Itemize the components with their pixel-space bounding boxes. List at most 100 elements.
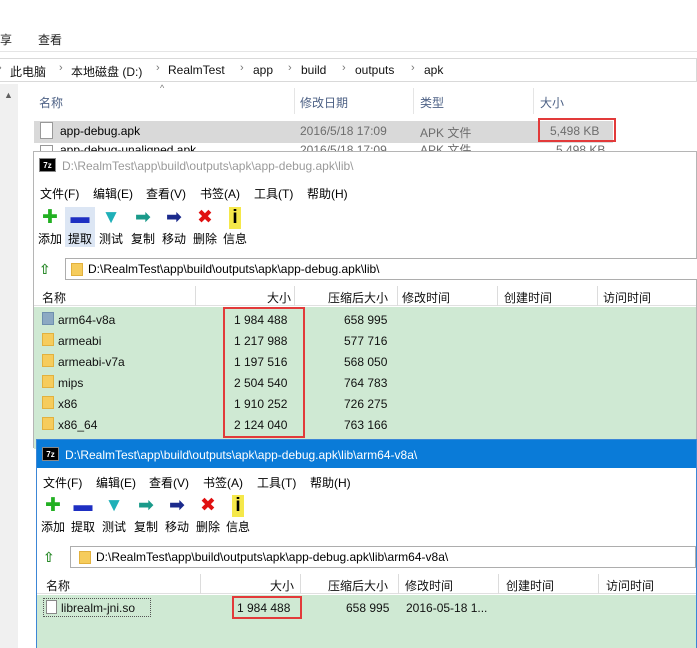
test-button[interactable]: ▼ 测试 bbox=[96, 207, 126, 247]
window-title: D:\RealmTest\app\build\outputs\apk\app-d… bbox=[65, 448, 418, 462]
move-button[interactable]: ➡ 移动 bbox=[162, 495, 192, 535]
extract-button[interactable]: ▬ 提取 bbox=[68, 495, 98, 535]
chevron-right-icon: › bbox=[156, 62, 160, 74]
ribbon-tab-share[interactable]: 享 bbox=[0, 31, 12, 48]
list-item[interactable]: x86 1 910 252 726 275 bbox=[34, 393, 696, 414]
explorer-scrollbar[interactable]: ▲ bbox=[0, 84, 18, 648]
up-folder-icon[interactable]: ⇧ bbox=[43, 549, 55, 566]
item-packed: 726 275 bbox=[344, 397, 388, 411]
item-packed: 568 050 bbox=[344, 355, 388, 369]
delete-x-icon: ✖ bbox=[197, 207, 213, 228]
column-header-size[interactable]: 大小 bbox=[540, 94, 564, 111]
path-bar[interactable]: D:\RealmTest\app\build\outputs\apk\app-d… bbox=[65, 258, 697, 280]
file-list: librealm-jni.so 1 984 488 658 995 2016-0… bbox=[37, 595, 696, 648]
menu-file[interactable]: 文件(F) bbox=[43, 474, 82, 491]
breadcrumb-item[interactable]: build bbox=[301, 63, 326, 77]
menu-edit[interactable]: 编辑(E) bbox=[93, 185, 133, 202]
path-bar[interactable]: D:\RealmTest\app\build\outputs\apk\app-d… bbox=[70, 546, 696, 568]
list-item[interactable]: arm64-v8a 1 984 488 658 995 bbox=[34, 309, 696, 330]
list-header: 名称 大小 压缩后大小 修改时间 创建时间 访问时间 bbox=[34, 286, 696, 306]
highlight-box bbox=[223, 307, 305, 438]
delete-button[interactable]: ✖ 删除 bbox=[193, 495, 223, 535]
ribbon-tab-view[interactable]: 查看 bbox=[38, 31, 62, 48]
column-header-modified[interactable]: 修改时间 bbox=[405, 577, 453, 594]
add-label: 添加 bbox=[40, 520, 65, 534]
menu-view[interactable]: 查看(V) bbox=[149, 474, 189, 491]
menu-file[interactable]: 文件(F) bbox=[40, 185, 79, 202]
plus-icon: ✚ bbox=[45, 495, 61, 516]
column-header-accessed[interactable]: 访问时间 bbox=[603, 289, 651, 306]
delete-x-icon: ✖ bbox=[200, 495, 216, 516]
title-bar[interactable]: 7z D:\RealmTest\app\build\outputs\apk\ap… bbox=[34, 152, 696, 178]
item-name: mips bbox=[58, 376, 84, 390]
menu-view[interactable]: 查看(V) bbox=[146, 185, 186, 202]
folder-icon bbox=[42, 417, 54, 430]
info-button[interactable]: i 信息 bbox=[223, 495, 253, 535]
list-item[interactable]: armeabi 1 217 988 577 716 bbox=[34, 330, 696, 351]
copy-button[interactable]: ➡ 复制 bbox=[131, 495, 161, 535]
breadcrumb-item[interactable]: 此电脑 bbox=[10, 63, 46, 80]
item-name: armeabi bbox=[58, 334, 102, 348]
menu-tools[interactable]: 工具(T) bbox=[257, 474, 296, 491]
menu-tools[interactable]: 工具(T) bbox=[254, 185, 293, 202]
delete-button[interactable]: ✖ 删除 bbox=[190, 207, 220, 247]
column-header-type[interactable]: 类型 bbox=[420, 94, 444, 111]
7zip-logo-icon: 7z bbox=[42, 447, 59, 461]
add-button[interactable]: ✚ 添加 bbox=[35, 207, 65, 247]
column-header-created[interactable]: 创建时间 bbox=[506, 577, 554, 594]
copy-button[interactable]: ➡ 复制 bbox=[128, 207, 158, 247]
column-header-modified[interactable]: 修改时间 bbox=[402, 289, 450, 306]
menu-help[interactable]: 帮助(H) bbox=[307, 185, 348, 202]
add-button[interactable]: ✚ 添加 bbox=[38, 495, 68, 535]
item-packed: 763 166 bbox=[344, 418, 388, 432]
column-header-created[interactable]: 创建时间 bbox=[504, 289, 552, 306]
column-header-packed[interactable]: 压缩后大小 bbox=[328, 289, 388, 306]
info-button[interactable]: i 信息 bbox=[220, 207, 250, 247]
scroll-up-icon[interactable]: ▲ bbox=[4, 90, 13, 100]
column-header-name[interactable]: 名称 bbox=[42, 289, 66, 306]
menu-help[interactable]: 帮助(H) bbox=[310, 474, 351, 491]
folder-icon bbox=[42, 333, 54, 346]
up-folder-icon[interactable]: ⇧ bbox=[39, 261, 51, 278]
column-header-modified[interactable]: 修改日期 bbox=[300, 94, 348, 111]
delete-label: 删除 bbox=[192, 232, 217, 246]
breadcrumb-item[interactable]: app bbox=[253, 63, 273, 77]
breadcrumb-item[interactable]: apk bbox=[424, 63, 443, 77]
file-modified: 2016/5/18 17:09 bbox=[300, 124, 387, 138]
breadcrumb-item[interactable]: 本地磁盘 (D:) bbox=[71, 63, 142, 80]
item-name: librealm-jni.so bbox=[61, 601, 136, 615]
column-header-name[interactable]: 名称 bbox=[39, 94, 63, 111]
column-divider bbox=[294, 88, 295, 114]
file-name[interactable]: app-debug-unaligned.apk bbox=[60, 143, 196, 151]
delete-label: 删除 bbox=[195, 520, 220, 534]
file-list: arm64-v8a 1 984 488 658 995 armeabi 1 21… bbox=[34, 307, 696, 449]
chevron-right-icon: › bbox=[342, 62, 346, 74]
item-name: armeabi-v7a bbox=[58, 355, 125, 369]
breadcrumb[interactable]: › 此电脑 › 本地磁盘 (D:) › RealmTest › app › bu… bbox=[0, 58, 697, 82]
menu-bookmarks[interactable]: 书签(A) bbox=[200, 185, 240, 202]
column-header-accessed[interactable]: 访问时间 bbox=[606, 577, 654, 594]
column-header-name[interactable]: 名称 bbox=[46, 577, 70, 594]
file-name[interactable]: app-debug.apk bbox=[60, 124, 140, 138]
list-item[interactable]: mips 2 504 540 764 783 bbox=[34, 372, 696, 393]
info-label: 信息 bbox=[222, 232, 247, 246]
column-header-packed[interactable]: 压缩后大小 bbox=[328, 577, 388, 594]
title-bar[interactable]: 7z D:\RealmTest\app\build\outputs\apk\ap… bbox=[37, 440, 696, 468]
column-header-size[interactable]: 大小 bbox=[270, 577, 294, 594]
column-header-size[interactable]: 大小 bbox=[267, 289, 291, 306]
extract-button[interactable]: ▬ 提取 bbox=[65, 207, 95, 247]
menu-bookmarks[interactable]: 书签(A) bbox=[203, 474, 243, 491]
list-item[interactable]: x86_64 2 124 040 763 166 bbox=[34, 414, 696, 435]
folder-icon bbox=[79, 551, 91, 564]
copy-label: 复制 bbox=[130, 232, 155, 246]
breadcrumb-item[interactable]: outputs bbox=[355, 63, 394, 77]
window-title: D:\RealmTest\app\build\outputs\apk\app-d… bbox=[62, 159, 354, 173]
explorer-ribbon: 享 查看 bbox=[0, 24, 697, 52]
move-button[interactable]: ➡ 移动 bbox=[159, 207, 189, 247]
list-item[interactable]: librealm-jni.so 1 984 488 658 995 2016-0… bbox=[37, 597, 696, 618]
plus-icon: ✚ bbox=[42, 207, 58, 228]
menu-edit[interactable]: 编辑(E) bbox=[96, 474, 136, 491]
breadcrumb-item[interactable]: RealmTest bbox=[168, 63, 225, 77]
list-item[interactable]: armeabi-v7a 1 197 516 568 050 bbox=[34, 351, 696, 372]
test-button[interactable]: ▼ 测试 bbox=[99, 495, 129, 535]
